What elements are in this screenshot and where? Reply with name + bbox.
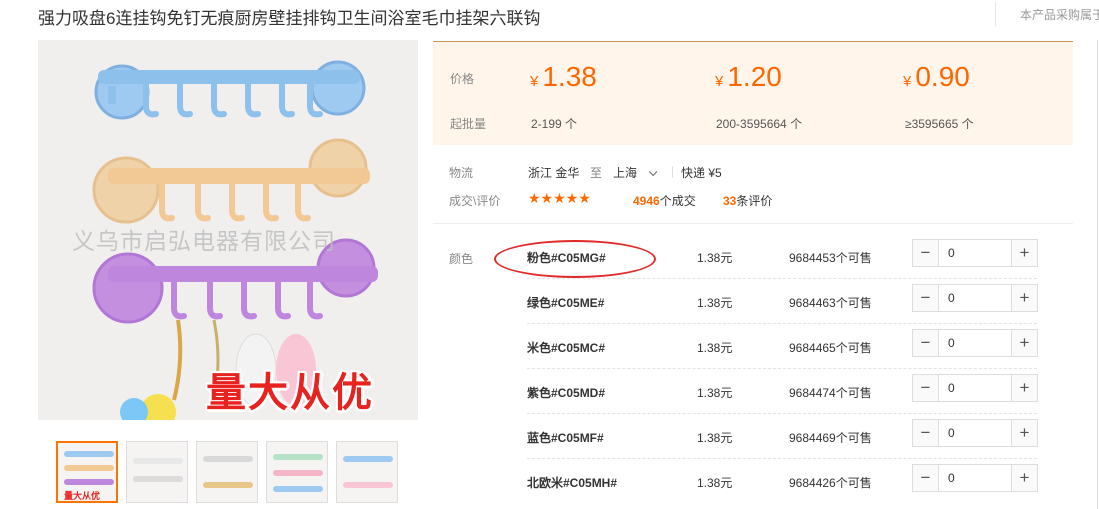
decrease-button[interactable]: − bbox=[913, 465, 939, 491]
variant-price: 1.38元 bbox=[697, 251, 733, 265]
chevron-down-icon bbox=[649, 167, 658, 177]
variant-stock: 9684426个可售 bbox=[789, 476, 872, 490]
purchase-note[interactable]: 本产品采购属于 bbox=[1020, 6, 1099, 23]
ship-from: 浙江 金华 bbox=[528, 166, 580, 180]
variant-row: 紫色#C05MD# 1.38元 9684474个可售 − + bbox=[527, 369, 1038, 414]
price-tier-1: ¥1.38 bbox=[530, 61, 597, 93]
price-label: 价格 bbox=[450, 72, 475, 86]
shipping-method: 快递 ¥5 bbox=[681, 166, 722, 180]
variant-price: 1.38元 bbox=[697, 386, 733, 400]
increase-button[interactable]: + bbox=[1011, 330, 1037, 356]
quantity-stepper: − + bbox=[912, 464, 1038, 492]
deals-suffix: 个成交 bbox=[659, 194, 696, 208]
variant-name: 紫色#C05MD# bbox=[527, 386, 606, 400]
variant-stock: 9684469个可售 bbox=[789, 431, 872, 445]
quantity-input[interactable] bbox=[940, 240, 1010, 266]
price-panel: 价格 ¥1.38 ¥1.20 ¥0.90 起批量 2-199 个 200-359… bbox=[433, 41, 1073, 145]
qty-range-1: 2-199 个 bbox=[531, 117, 578, 131]
quantity-stepper: − + bbox=[912, 284, 1038, 312]
variant-price: 1.38元 bbox=[697, 341, 733, 355]
qty-range-3: ≥3595665 个 bbox=[905, 117, 974, 131]
review-count[interactable]: 33条评价 bbox=[723, 192, 772, 209]
variant-stock: 9684465个可售 bbox=[789, 341, 872, 355]
variant-name: 米色#C05MC# bbox=[527, 341, 606, 355]
thumbnail-5[interactable] bbox=[336, 441, 398, 503]
variant-name: 蓝色#C05MF# bbox=[527, 431, 604, 445]
variant-stock: 9684453个可售 bbox=[789, 251, 872, 265]
decrease-button[interactable]: − bbox=[913, 420, 939, 446]
thumbnail-1[interactable]: 量大从优 bbox=[56, 441, 118, 503]
variant-stock: 9684474个可售 bbox=[789, 386, 872, 400]
thumbnail-3[interactable] bbox=[196, 441, 258, 503]
quantity-stepper: − + bbox=[912, 374, 1038, 402]
variant-row: 米色#C05MC# 1.38元 9684465个可售 − + bbox=[527, 324, 1038, 369]
currency-symbol: ¥ bbox=[715, 73, 724, 90]
price-tier-3: ¥0.90 bbox=[903, 61, 970, 93]
thumbnail-2[interactable] bbox=[126, 441, 188, 503]
quantity-input[interactable] bbox=[940, 330, 1010, 356]
moq-label: 起批量 bbox=[450, 117, 487, 131]
increase-button[interactable]: + bbox=[1011, 420, 1037, 446]
product-title: 强力吸盘6连挂钩免钉无痕厨房壁挂排钩卫生间浴室毛巾挂架六联钩 bbox=[38, 9, 541, 28]
variant-stock: 9684463个可售 bbox=[789, 296, 872, 310]
variant-row: 北欧米#C05MH# 1.38元 9684426个可售 − + bbox=[527, 459, 1038, 504]
thumbnail-4[interactable] bbox=[266, 441, 328, 503]
ship-to-word: 至 bbox=[590, 166, 603, 180]
increase-button[interactable]: + bbox=[1011, 375, 1037, 401]
increase-button[interactable]: + bbox=[1011, 240, 1037, 266]
separator: | bbox=[671, 164, 675, 178]
decrease-button[interactable]: − bbox=[913, 240, 939, 266]
quantity-input[interactable] bbox=[940, 285, 1010, 311]
logistics-section: 物流 浙江 金华 至 上海 | 快递 ¥5 成交\评价 ★★★★★ 4946个成… bbox=[433, 146, 1073, 224]
quantity-input[interactable] bbox=[940, 420, 1010, 446]
main-product-image[interactable]: 义乌市启弘电器有限公司 量大从优 bbox=[38, 40, 418, 420]
decrease-button[interactable]: − bbox=[913, 375, 939, 401]
logistics-label: 物流 bbox=[449, 166, 474, 180]
beige-rack bbox=[92, 138, 370, 224]
price-value: 1.38 bbox=[542, 61, 597, 92]
price-value: 0.90 bbox=[915, 61, 970, 92]
increase-button[interactable]: + bbox=[1011, 285, 1037, 311]
ship-to-value: 上海 bbox=[613, 166, 638, 180]
variant-row: 绿色#C05ME# 1.38元 9684463个可售 − + bbox=[527, 279, 1038, 324]
variant-price: 1.38元 bbox=[697, 296, 733, 310]
price-tier-2: ¥1.20 bbox=[715, 61, 782, 93]
currency-symbol: ¥ bbox=[530, 73, 539, 90]
quantity-stepper: − + bbox=[912, 419, 1038, 447]
color-label: 颜色 bbox=[449, 252, 474, 266]
quantity-input[interactable] bbox=[940, 465, 1010, 491]
quantity-stepper: − + bbox=[912, 239, 1038, 267]
currency-symbol: ¥ bbox=[903, 73, 912, 90]
variant-price: 1.38元 bbox=[697, 476, 733, 490]
deals-count[interactable]: 4946个成交 bbox=[633, 192, 696, 209]
variant-row: 蓝色#C05MF# 1.38元 9684469个可售 − + bbox=[527, 414, 1038, 459]
deals-number: 4946 bbox=[633, 194, 660, 208]
blue-rack bbox=[94, 60, 366, 120]
thumbnail-caption: 量大从优 bbox=[64, 491, 101, 501]
right-border bbox=[1097, 40, 1098, 509]
qty-range-2: 200-3595664 个 bbox=[716, 117, 803, 131]
variant-name: 北欧米#C05MH# bbox=[527, 476, 618, 490]
reviews-label: 成交\评价 bbox=[449, 194, 501, 208]
increase-button[interactable]: + bbox=[1011, 465, 1037, 491]
variant-price: 1.38元 bbox=[697, 431, 733, 445]
decrease-button[interactable]: − bbox=[913, 285, 939, 311]
quantity-input[interactable] bbox=[940, 375, 1010, 401]
review-suffix: 条评价 bbox=[736, 194, 773, 208]
star-rating: ★★★★★ bbox=[528, 190, 591, 206]
review-number: 33 bbox=[723, 194, 737, 208]
highlight-ellipse bbox=[494, 240, 656, 278]
decrease-button[interactable]: − bbox=[913, 330, 939, 356]
watermark-text: 义乌市启弘电器有限公司 bbox=[72, 228, 336, 254]
price-value: 1.20 bbox=[727, 61, 782, 92]
ship-to-select[interactable]: 上海 bbox=[613, 164, 658, 181]
promo-text: 量大从优 bbox=[206, 371, 374, 415]
divider bbox=[995, 2, 996, 26]
quantity-stepper: − + bbox=[912, 329, 1038, 357]
variant-name: 绿色#C05ME# bbox=[527, 296, 605, 310]
